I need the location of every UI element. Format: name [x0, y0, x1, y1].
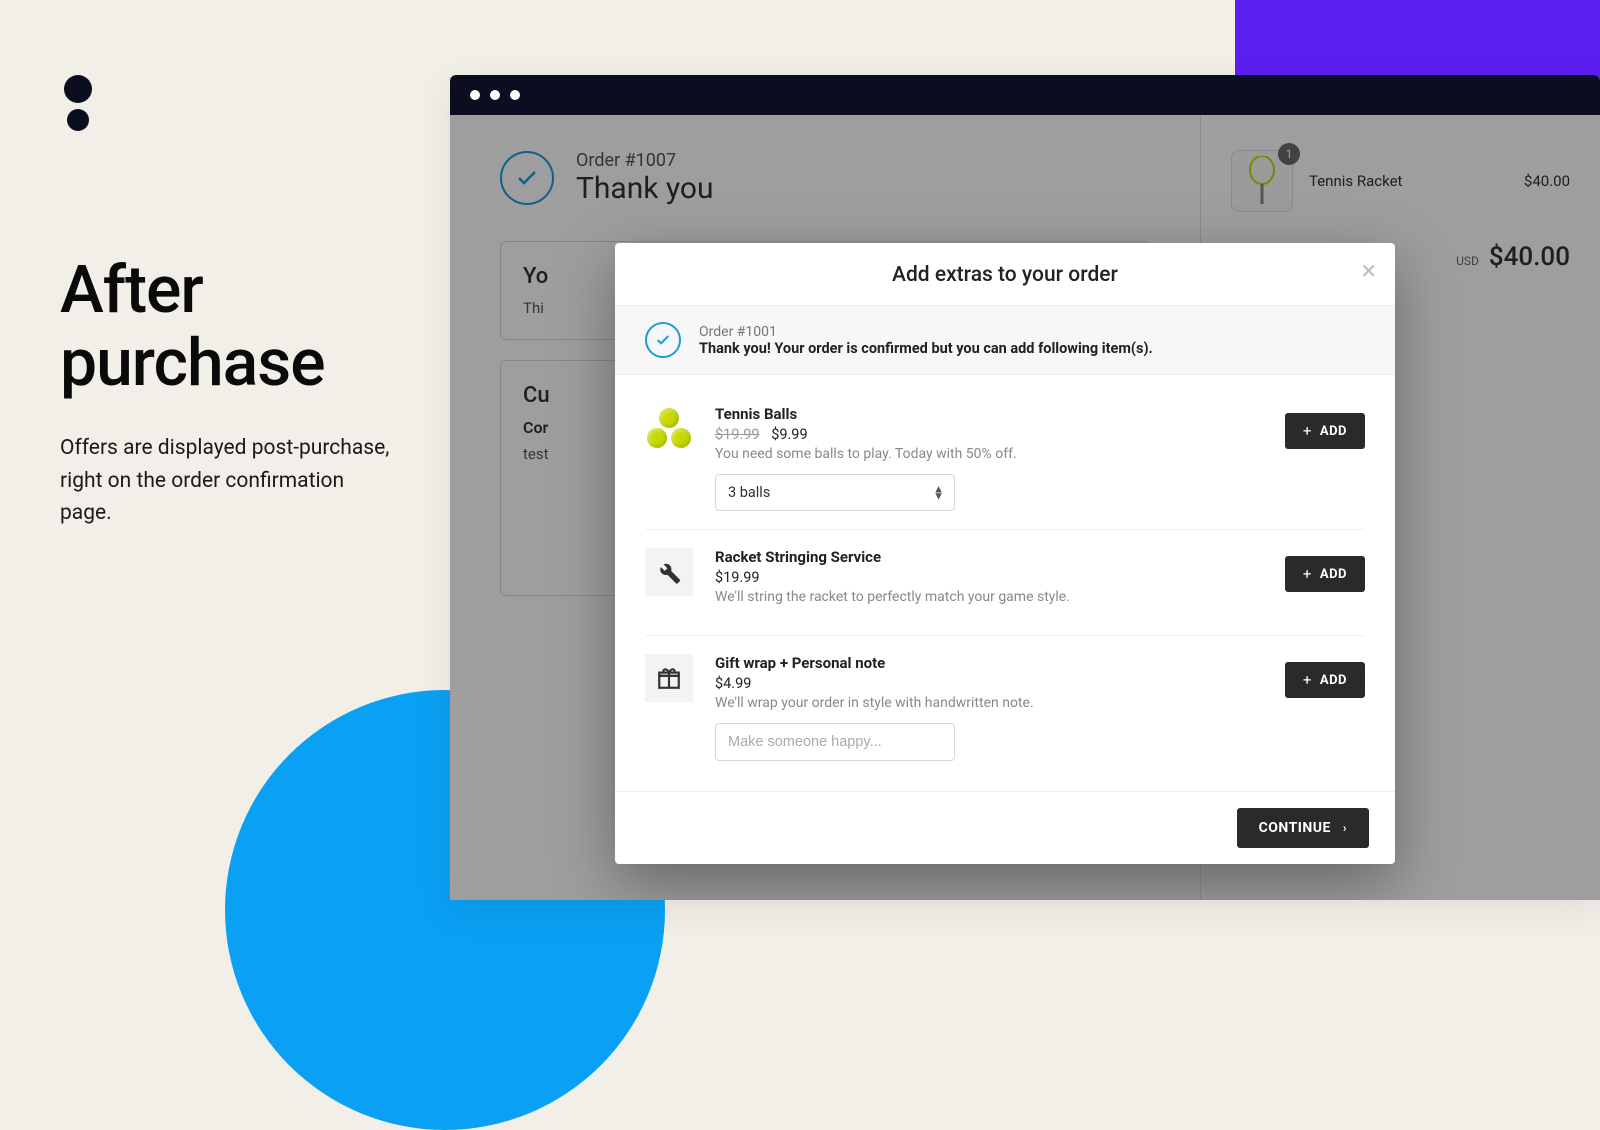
extra-item: Tennis Balls $19.99 $9.99 You need some … [645, 387, 1365, 530]
gift-icon [645, 654, 693, 702]
modal-order-number: Order #1001 [699, 324, 1153, 340]
chevron-updown-icon: ▲▼ [933, 485, 944, 500]
continue-button[interactable]: CONTINUE › [1237, 808, 1369, 848]
checkmark-circle-icon [645, 322, 681, 358]
marketing-panel: After purchase Offers are displayed post… [60, 255, 390, 530]
item-description: You need some balls to play. Today with … [715, 446, 1263, 462]
chevron-right-icon: › [1343, 821, 1347, 835]
item-description: We'll string the racket to perfectly mat… [715, 589, 1263, 605]
window-dot-icon [490, 90, 500, 100]
item-old-price: $19.99 [715, 426, 760, 443]
plus-icon: + [1303, 565, 1312, 583]
window-dot-icon [510, 90, 520, 100]
window-dot-icon [470, 90, 480, 100]
plus-icon: + [1303, 422, 1312, 440]
item-price: $19.99 [715, 569, 760, 586]
modal-title: Add extras to your order [639, 263, 1371, 287]
item-description: We'll wrap your order in style with hand… [715, 695, 1263, 711]
marketing-title: After purchase [60, 255, 390, 400]
item-title: Tennis Balls [715, 405, 1263, 423]
modal-confirm-message: Thank you! Your order is confirmed but y… [699, 340, 1153, 357]
variant-select-value: 3 balls [728, 484, 770, 501]
note-input[interactable] [715, 723, 955, 761]
add-button-label: ADD [1320, 424, 1347, 439]
item-title: Gift wrap + Personal note [715, 654, 1263, 672]
logo-icon [64, 75, 92, 131]
item-title: Racket Stringing Service [715, 548, 1263, 566]
browser-titlebar [450, 75, 1600, 115]
extra-item: Racket Stringing Service $19.99 We'll st… [645, 530, 1365, 636]
plus-icon: + [1303, 671, 1312, 689]
add-button-label: ADD [1320, 673, 1347, 688]
add-button[interactable]: + ADD [1285, 662, 1365, 698]
close-icon[interactable]: ✕ [1360, 259, 1377, 283]
add-button-label: ADD [1320, 567, 1347, 582]
add-button[interactable]: + ADD [1285, 556, 1365, 592]
extra-item: Gift wrap + Personal note $4.99 We'll wr… [645, 636, 1365, 779]
tennis-balls-icon [645, 405, 693, 453]
item-price: $9.99 [771, 426, 807, 443]
item-price: $4.99 [715, 675, 751, 692]
browser-frame: Order #1007 Thank you Yo Thi Cu Cor test [450, 75, 1600, 900]
continue-button-label: CONTINUE [1259, 820, 1331, 836]
add-button[interactable]: + ADD [1285, 413, 1365, 449]
wrench-icon [645, 548, 693, 596]
variant-select[interactable]: 3 balls ▲▼ [715, 474, 955, 511]
marketing-subtitle: Offers are displayed post-purchase, righ… [60, 432, 390, 530]
extras-modal: Add extras to your order ✕ Order #1001 T… [615, 243, 1395, 864]
